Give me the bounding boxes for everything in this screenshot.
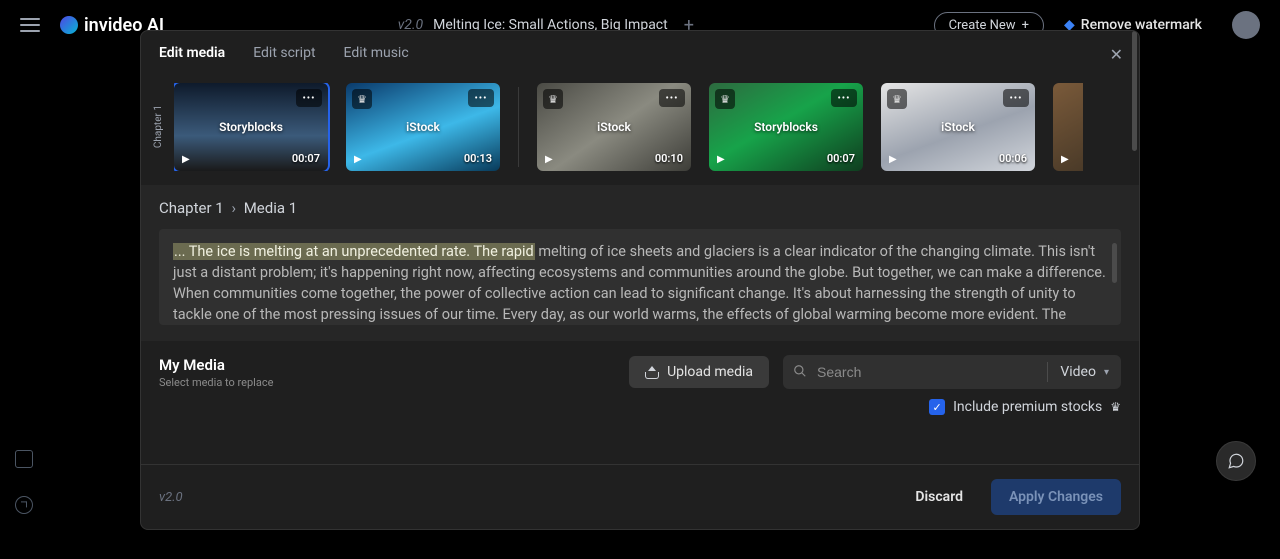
thumb-duration: 00:10 bbox=[655, 152, 683, 165]
history-icon[interactable] bbox=[15, 496, 33, 514]
search-box: Video ▾ bbox=[783, 355, 1121, 389]
chevron-down-icon: ▾ bbox=[1104, 367, 1109, 378]
thumb-duration: 00:13 bbox=[464, 152, 492, 165]
modal-footer: v2.0 Discard Apply Changes bbox=[141, 464, 1139, 529]
thumb-duration: 00:07 bbox=[292, 152, 320, 165]
footer-version: v2.0 bbox=[159, 490, 887, 505]
upload-icon bbox=[645, 366, 659, 378]
play-icon[interactable]: ▶ bbox=[889, 154, 897, 165]
thumbnail-strip: ••• Storyblocks ▶ 00:07 ♛ ••• iStock ▶ 0… bbox=[174, 83, 1083, 171]
play-icon[interactable]: ▶ bbox=[1061, 154, 1069, 165]
thumb-duration: 00:06 bbox=[999, 152, 1027, 165]
thumb-divider bbox=[518, 87, 519, 167]
script-text[interactable]: ... The ice is melting at an unprecedent… bbox=[159, 229, 1121, 325]
play-icon[interactable]: ▶ bbox=[717, 154, 725, 165]
scrollbar-thumb[interactable] bbox=[1112, 243, 1117, 283]
chapter-row: Chapter 1 ••• Storyblocks ▶ 00:07 ♛ ••• … bbox=[141, 75, 1139, 185]
media-thumb[interactable]: ♛ ••• iStock ▶ 00:06 bbox=[881, 83, 1035, 171]
edit-media-modal: Edit media Edit script Edit music ✕ Chap… bbox=[140, 30, 1140, 530]
tab-edit-media[interactable]: Edit media bbox=[159, 45, 225, 61]
scrollbar-thumb[interactable] bbox=[1132, 31, 1137, 151]
my-media-title: My Media bbox=[159, 356, 615, 374]
discard-button[interactable]: Discard bbox=[901, 481, 977, 513]
upload-label: Upload media bbox=[667, 364, 753, 380]
script-highlight: ... The ice is melting at an unprecedent… bbox=[173, 243, 535, 260]
media-thumb[interactable]: ♛ ••• iStock ▶ 00:13 bbox=[346, 83, 500, 171]
play-icon[interactable]: ▶ bbox=[354, 154, 362, 165]
chat-icon[interactable] bbox=[1216, 441, 1256, 481]
media-thumb[interactable]: ••• Storyblocks ▶ 00:07 bbox=[174, 83, 328, 171]
tab-edit-script[interactable]: Edit script bbox=[253, 45, 315, 61]
breadcrumb: Chapter 1 › Media 1 bbox=[159, 199, 1121, 217]
upload-media-button[interactable]: Upload media bbox=[629, 356, 769, 388]
script-panel: Chapter 1 › Media 1 ... The ice is melti… bbox=[141, 185, 1139, 341]
media-thumb[interactable]: ♛ ••• iStock ▶ 00:10 bbox=[537, 83, 691, 171]
avatar[interactable] bbox=[1232, 11, 1260, 39]
include-premium-row: ✓ Include premium stocks ♛ bbox=[159, 399, 1121, 415]
grid-icon[interactable] bbox=[15, 450, 33, 468]
play-icon[interactable]: ▶ bbox=[545, 154, 553, 165]
type-select-label: Video bbox=[1060, 364, 1096, 380]
modal-tabs: Edit media Edit script Edit music ✕ bbox=[141, 31, 1139, 75]
media-type-select[interactable]: Video ▾ bbox=[1048, 364, 1121, 380]
left-rail bbox=[0, 50, 48, 559]
include-premium-checkbox[interactable]: ✓ bbox=[929, 399, 945, 415]
menu-icon[interactable] bbox=[20, 18, 40, 32]
thumb-duration: 00:07 bbox=[827, 152, 855, 165]
lower-panel: My Media Select media to replace Upload … bbox=[141, 341, 1139, 429]
play-icon[interactable]: ▶ bbox=[182, 154, 190, 165]
logo-icon bbox=[60, 16, 78, 34]
include-premium-label: Include premium stocks bbox=[953, 399, 1102, 415]
crown-icon: ♛ bbox=[1110, 400, 1121, 414]
tab-edit-music[interactable]: Edit music bbox=[344, 45, 409, 61]
media-thumb[interactable]: ▶ bbox=[1053, 83, 1083, 171]
media-thumb[interactable]: ♛ ••• Storyblocks ▶ 00:07 bbox=[709, 83, 863, 171]
chapter-label: Chapter 1 bbox=[153, 101, 164, 152]
crumb-media[interactable]: Media 1 bbox=[244, 199, 297, 217]
my-media-subtitle: Select media to replace bbox=[159, 376, 615, 389]
chevron-right-icon: › bbox=[231, 199, 236, 217]
search-input[interactable] bbox=[817, 364, 1047, 380]
search-icon bbox=[783, 363, 817, 382]
close-icon[interactable]: ✕ bbox=[1110, 45, 1123, 64]
apply-changes-button[interactable]: Apply Changes bbox=[991, 479, 1121, 515]
my-media-heading: My Media Select media to replace bbox=[159, 356, 615, 389]
crumb-chapter[interactable]: Chapter 1 bbox=[159, 199, 224, 217]
